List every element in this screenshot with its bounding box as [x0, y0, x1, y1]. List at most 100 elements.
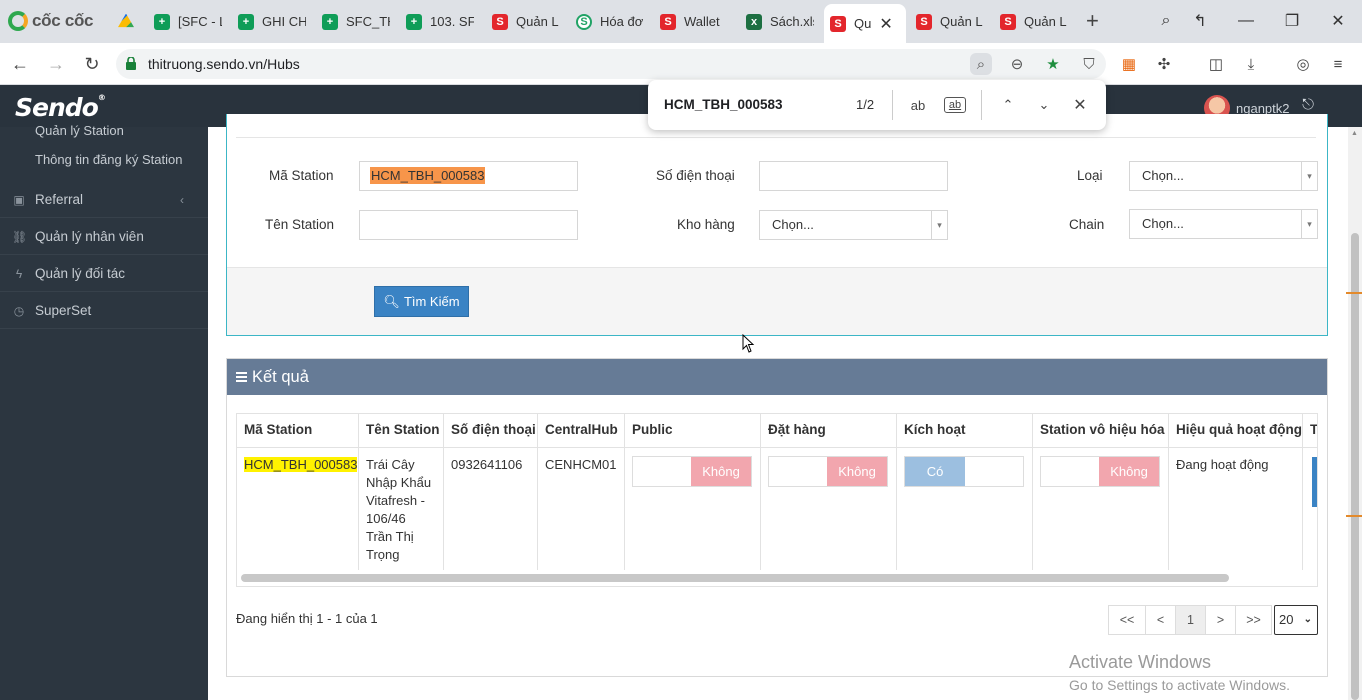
sheets-icon: + [238, 13, 254, 30]
link-icon: ⛓ [12, 229, 28, 244]
tab-drive[interactable] [112, 6, 140, 37]
extension-chart-icon[interactable]: ▦ [1118, 53, 1140, 75]
column-header[interactable]: Tên Station [359, 414, 444, 448]
tab-search-icon[interactable]: ⌕ [1156, 10, 1176, 32]
page-scrollbar[interactable]: ▲ [1348, 127, 1362, 700]
column-header[interactable]: Public [625, 414, 761, 448]
station-name-input[interactable] [359, 210, 578, 240]
sidebar-item-quan-ly-station[interactable]: Quản lý Station [35, 123, 124, 138]
find-match: HCM_TBH_000583 [244, 457, 358, 472]
browser-toolbar: ← → ↻ thitruong.sendo.vn/Hubs ⌕ ⊖ ★ ⛉ ▦ … [0, 43, 1362, 85]
disabled-toggle[interactable]: Không [1040, 456, 1160, 487]
find-in-page-icon[interactable]: ⌕ [970, 53, 992, 75]
match-case-button[interactable]: ab [907, 94, 929, 116]
page-first-button[interactable]: << [1108, 605, 1146, 635]
back-icon[interactable]: ← [9, 53, 31, 75]
tab-wallet[interactable]: S Wallet [654, 6, 734, 37]
profile-icon[interactable]: ◎ [1292, 53, 1314, 75]
reload-icon[interactable]: ↻ [81, 53, 103, 75]
find-input[interactable]: HCM_TBH_000583 [664, 97, 783, 112]
order-toggle[interactable]: Không [768, 456, 888, 487]
column-header[interactable]: Hiệu quả hoạt động [1169, 414, 1303, 448]
page-size-select[interactable]: 20 ⌄ [1274, 605, 1318, 635]
cell-order: Không [761, 448, 897, 570]
address-bar[interactable]: thitruong.sendo.vn/Hubs ⌕ ⊖ ★ ⛉ [116, 49, 1106, 79]
close-icon[interactable]: ✕ [1069, 94, 1091, 116]
whole-word-button[interactable]: ab [944, 97, 966, 113]
back-history-icon[interactable]: ↰ [1190, 10, 1210, 32]
chain-select[interactable]: Chọn... ▾ [1129, 209, 1318, 239]
search-button[interactable]: 🔍︎ Tìm Kiếm [374, 286, 469, 317]
mouse-cursor-icon [742, 334, 755, 353]
column-header[interactable]: Kích hoạt [897, 414, 1033, 448]
find-match-count: 1/2 [856, 97, 875, 112]
sidebar-item-superset[interactable]: ◷ SuperSet [0, 293, 208, 329]
cell-phone: 0932641106 [444, 448, 538, 570]
tab-active[interactable]: S Qu ✕ [824, 4, 906, 43]
column-header[interactable]: Số điện thoại [444, 414, 538, 448]
page-next-button[interactable]: > [1205, 605, 1236, 635]
phone-input[interactable] [759, 161, 948, 191]
chain-label: Chain [1069, 217, 1105, 232]
close-window-icon[interactable]: ✕ [1328, 10, 1348, 32]
sidebar-item-thong-tin-dang-ky[interactable]: Thông tin đăng ký Station [35, 152, 182, 167]
column-header[interactable]: T [1303, 414, 1317, 448]
download-icon[interactable]: ⤓ [1240, 53, 1262, 75]
tab-hoadon[interactable]: S Hóa đơ [570, 6, 650, 37]
chevron-down-icon: ▾ [1301, 210, 1317, 238]
tab-sheet-4[interactable]: + 103. SF [400, 6, 480, 37]
column-header[interactable]: CentralHub [538, 414, 625, 448]
chevron-down-icon[interactable]: ⌄ [1033, 94, 1055, 116]
close-tab-icon[interactable]: ✕ [879, 14, 892, 34]
menu-icon[interactable]: ≡ [1327, 53, 1349, 75]
split-view-icon[interactable]: ◫ [1205, 53, 1227, 75]
column-header[interactable]: Mã Station [237, 414, 359, 448]
table-horizontal-scrollbar[interactable] [241, 574, 1229, 582]
cell-station-name: Trái Cây Nhập Khẩu Vitafresh - 106/46 Tr… [359, 448, 444, 570]
extensions-puzzle-icon[interactable]: ✣ [1153, 53, 1175, 75]
action-button-edge[interactable] [1312, 457, 1317, 507]
station-name-label: Tên Station [265, 217, 335, 232]
new-tab-icon[interactable]: + [1086, 10, 1099, 32]
page-prev-button[interactable]: < [1145, 605, 1176, 635]
scroll-up-icon[interactable]: ▲ [1351, 130, 1358, 137]
tab-sendo-1[interactable]: S Quản L [486, 6, 566, 37]
warehouse-select[interactable]: Chọn... ▾ [759, 210, 948, 240]
station-code-input[interactable]: HCM_TBH_000583 [359, 161, 578, 191]
minimize-icon[interactable]: — [1236, 10, 1256, 32]
type-label: Loại [1077, 168, 1103, 183]
bookmark-star-icon[interactable]: ★ [1042, 53, 1064, 75]
tab-sendo-2[interactable]: S Quản L [910, 6, 990, 37]
logout-icon[interactable]: ⎋ [1298, 96, 1318, 116]
tab-sheet-3[interactable]: + SFC_TH [316, 6, 396, 37]
tab-sendo-3[interactable]: S Quản L [994, 6, 1074, 37]
public-toggle[interactable]: Không [632, 456, 752, 487]
phone-label: Số điện thoại [656, 168, 735, 183]
zoom-out-icon[interactable]: ⊖ [1006, 53, 1028, 75]
page-last-button[interactable]: >> [1235, 605, 1272, 635]
shield-icon[interactable]: ⛉ [1078, 53, 1100, 75]
column-header[interactable]: Đặt hàng [761, 414, 897, 448]
page-1-button[interactable]: 1 [1175, 605, 1206, 635]
forward-icon[interactable]: → [45, 53, 67, 75]
tab-excel[interactable]: x Sách.xls [740, 6, 820, 37]
restore-icon[interactable]: ❐ [1282, 10, 1302, 32]
scroll-thumb[interactable] [1351, 233, 1359, 700]
browser-brand: cốc cốc [32, 11, 94, 30]
coccoc-logo[interactable]: cốc cốc [8, 9, 94, 33]
type-select[interactable]: Chọn... ▾ [1129, 161, 1318, 191]
sidebar-item-quan-ly-nhan-vien[interactable]: ⛓ Quản lý nhân viên [0, 219, 208, 255]
sendo-icon: S [492, 13, 508, 30]
chevron-up-icon[interactable]: ⌃ [997, 94, 1019, 116]
sendo-logo[interactable]: Sendo® [15, 93, 106, 122]
sidebar-item-quan-ly-doi-tac[interactable]: ϟ Quản lý đối tác [0, 256, 208, 292]
sidebar-item-referral[interactable]: ▣ Referral ‹ [0, 182, 208, 218]
lock-icon [126, 57, 136, 70]
tab-sheet-2[interactable]: + GHI CH [232, 6, 312, 37]
excel-icon: x [746, 13, 762, 30]
results-table: Mã Station Tên Station Số điện thoại Cen… [236, 413, 1318, 587]
active-toggle[interactable]: Có [904, 456, 1024, 487]
column-header[interactable]: Station vô hiệu hóa [1033, 414, 1169, 448]
url-text: thitruong.sendo.vn/Hubs [148, 56, 300, 72]
tab-sheet-1[interactable]: + [SFC - L [148, 6, 228, 37]
